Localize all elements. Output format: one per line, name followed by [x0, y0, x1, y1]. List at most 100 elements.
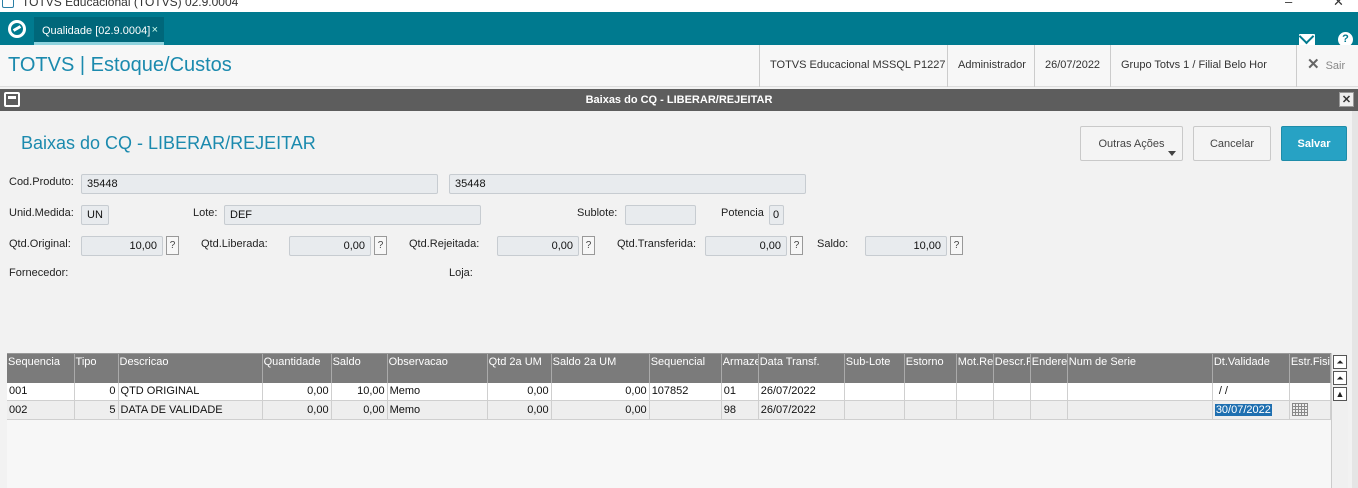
cell-estr-fisica[interactable]	[1289, 383, 1331, 401]
col-header[interactable]: Dt.Validade	[1212, 354, 1290, 383]
cell-saldo[interactable]: 0,00	[331, 400, 388, 420]
cell-saldo-2a-um[interactable]: 0,00	[551, 400, 650, 420]
cell-descricao[interactable]: DATA DE VALIDADE	[118, 400, 263, 420]
window-title: TOTVS Educacional (TOTVS) 02.9.0004	[22, 0, 239, 9]
dialog-close-button[interactable]: ✕	[1339, 92, 1354, 107]
cod-produto-field[interactable]: 35448	[81, 174, 438, 194]
cell-mot-rej[interactable]	[956, 383, 994, 401]
qtd-original-field[interactable]: 10,00	[81, 236, 163, 256]
scroll-page-up-button[interactable]: ⏶	[1333, 371, 1347, 385]
cell-descricao[interactable]: QTD ORIGINAL	[118, 383, 263, 401]
col-header[interactable]: Tipo	[74, 354, 119, 383]
exit-button[interactable]: ✕ Sair	[1296, 45, 1358, 87]
col-header[interactable]: Descricao	[118, 354, 263, 383]
table-row[interactable]: 001 0 QTD ORIGINAL 0,00 10,00 Memo 0,00 …	[7, 383, 1331, 401]
table-row[interactable]: 002 5 DATA DE VALIDADE 0,00 0,00 Memo 0,…	[7, 400, 1331, 420]
dialog-scrollbar[interactable]	[1352, 111, 1358, 488]
cell-descr-rej[interactable]	[993, 400, 1031, 420]
cell-sub-lote[interactable]	[844, 400, 905, 420]
window-close-button[interactable]: ✕	[1333, 0, 1344, 10]
cancel-button[interactable]: Cancelar	[1193, 126, 1271, 161]
grid-scrollbar[interactable]: ⏶ ⏶ ▲	[1331, 353, 1348, 488]
scroll-top-button[interactable]: ⏶	[1333, 355, 1347, 369]
cell-qtd-2a-um[interactable]: 0,00	[487, 383, 552, 401]
saldo-field[interactable]: 10,00	[865, 236, 947, 256]
col-header[interactable]: Mot.Rej	[956, 354, 994, 383]
qtd-liberada-field[interactable]: 0,00	[289, 236, 371, 256]
col-header[interactable]: Qtd 2a UM	[487, 354, 552, 383]
calendar-icon[interactable]	[1291, 402, 1308, 416]
col-header[interactable]: Armazem	[721, 354, 759, 383]
dt-validade-edit-cell[interactable]: 30/07/2022	[1212, 400, 1290, 420]
qtd-transferida-field[interactable]: 0,00	[705, 236, 787, 256]
cod-produto-label: Cod.Produto:	[9, 176, 74, 188]
col-header[interactable]: Data Transf.	[758, 354, 845, 383]
minimize-button[interactable]: –	[1285, 0, 1292, 9]
loja-label: Loja:	[449, 267, 473, 279]
col-header[interactable]: Sequencia	[7, 354, 75, 383]
cell-armazem[interactable]: 98	[721, 400, 759, 420]
cell-estr-fisica[interactable]	[1289, 400, 1331, 420]
col-header[interactable]: Descr.Rej	[993, 354, 1031, 383]
col-header[interactable]: Saldo	[331, 354, 388, 383]
cell-armazem[interactable]: 01	[721, 383, 759, 401]
col-header[interactable]: Estr.Fisica	[1289, 354, 1331, 383]
col-header[interactable]: Quantidade	[262, 354, 332, 383]
cell-tipo[interactable]: 0	[74, 383, 119, 401]
cell-saldo-2a-um[interactable]: 0,00	[551, 383, 650, 401]
close-icon: ✕	[1307, 56, 1320, 73]
unid-medida-field[interactable]: UN	[81, 205, 109, 225]
potencia-field[interactable]: 0	[769, 205, 784, 225]
cell-estorno[interactable]	[904, 400, 957, 420]
dt-validade-input[interactable]: 30/07/2022	[1214, 403, 1272, 416]
cell-quantidade[interactable]: 0,00	[262, 400, 332, 420]
environment-info: TOTVS Educacional MSSQL P1227	[759, 45, 955, 87]
col-header[interactable]: Estorno	[904, 354, 957, 383]
qtd-liberada-help-button[interactable]: ?	[374, 236, 387, 255]
cell-sequencia[interactable]: 002	[7, 400, 75, 420]
saldo-help-button[interactable]: ?	[950, 236, 963, 255]
cell-saldo[interactable]: 10,00	[331, 383, 388, 401]
cell-data-transf[interactable]: 26/07/2022	[758, 400, 845, 420]
cell-endereco[interactable]	[1030, 400, 1068, 420]
cell-dt-validade[interactable]: / /	[1212, 383, 1290, 401]
cell-mot-rej[interactable]	[956, 400, 994, 420]
tab-close-icon[interactable]: ×	[152, 24, 158, 36]
cell-estorno[interactable]	[904, 383, 957, 401]
user-info: Administrador	[947, 45, 1036, 87]
cell-quantidade[interactable]: 0,00	[262, 383, 332, 401]
cell-qtd-2a-um[interactable]: 0,00	[487, 400, 552, 420]
product-description-field[interactable]: 35448	[449, 174, 806, 194]
col-header[interactable]: Observacao	[387, 354, 488, 383]
qtd-rejeitada-help-button[interactable]: ?	[582, 236, 595, 255]
sublote-label: Sublote:	[577, 207, 618, 219]
col-header[interactable]: Saldo 2a UM	[551, 354, 650, 383]
cell-tipo[interactable]: 5	[74, 400, 119, 420]
cell-observacao[interactable]: Memo	[387, 400, 488, 420]
cell-num-serie[interactable]	[1067, 400, 1213, 420]
cell-sequencia[interactable]: 001	[7, 383, 75, 401]
qtd-transferida-help-button[interactable]: ?	[790, 236, 803, 255]
qtd-rejeitada-field[interactable]: 0,00	[497, 236, 579, 256]
qtd-rejeitada-label: Qtd.Rejeitada:	[409, 238, 480, 250]
scroll-up-button[interactable]: ▲	[1333, 387, 1347, 401]
col-header[interactable]: Sequencial	[649, 354, 722, 383]
qtd-original-help-button[interactable]: ?	[166, 236, 179, 255]
cell-data-transf[interactable]: 26/07/2022	[758, 383, 845, 401]
cell-num-serie[interactable]	[1067, 383, 1213, 401]
save-button[interactable]: Salvar	[1281, 126, 1347, 161]
tab-qualidade[interactable]: Qualidade [02.9.0004] ×	[34, 17, 164, 45]
lote-field[interactable]: DEF	[224, 205, 481, 225]
cell-sequencial[interactable]: 107852	[649, 383, 722, 401]
col-header[interactable]: Num de Serie	[1067, 354, 1213, 383]
sublote-field[interactable]	[625, 205, 696, 225]
cell-endereco[interactable]	[1030, 383, 1068, 401]
col-header[interactable]: Sub-Lote	[844, 354, 905, 383]
cell-sequencial[interactable]	[649, 400, 722, 420]
cell-sub-lote[interactable]	[844, 383, 905, 401]
cell-descr-rej[interactable]	[993, 383, 1031, 401]
totvs-logo-icon[interactable]	[8, 20, 26, 38]
other-actions-button[interactable]: Outras Ações	[1080, 126, 1183, 161]
cell-observacao[interactable]: Memo	[387, 383, 488, 401]
col-header[interactable]: Endereco	[1030, 354, 1068, 383]
